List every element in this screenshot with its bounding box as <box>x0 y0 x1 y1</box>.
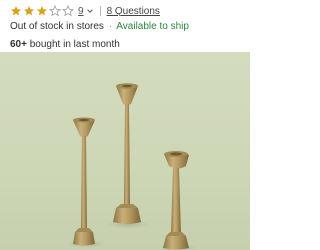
social-proof: 60+ bought in last month <box>10 39 120 50</box>
ship-status: Available to ship <box>116 21 189 32</box>
star-empty-icon <box>49 5 61 17</box>
star-filled-icon <box>36 5 48 17</box>
availability-separator: · <box>108 21 113 32</box>
bought-text: bought in last month <box>29 39 120 50</box>
candlestick-middle <box>113 83 141 224</box>
chevron-down-icon[interactable] <box>86 7 94 15</box>
star-filled-icon <box>10 5 22 17</box>
bought-count: 60+ <box>10 39 27 50</box>
star-empty-icon <box>62 5 74 17</box>
star-rating[interactable] <box>10 5 75 17</box>
star-filled-icon <box>23 5 35 17</box>
review-count[interactable]: 9 <box>78 6 84 17</box>
candlestick-left <box>73 117 95 246</box>
questions-link[interactable]: 8 Questions <box>107 6 160 17</box>
availability-row: Out of stock in stores · Available to sh… <box>10 21 189 32</box>
candlesticks-illustration <box>66 83 198 250</box>
product-image[interactable] <box>0 52 250 250</box>
rating-row[interactable]: 9 8 Questions <box>10 4 160 18</box>
store-status: Out of stock in stores <box>10 21 104 32</box>
candlestick-right <box>163 151 189 250</box>
divider <box>99 6 101 16</box>
